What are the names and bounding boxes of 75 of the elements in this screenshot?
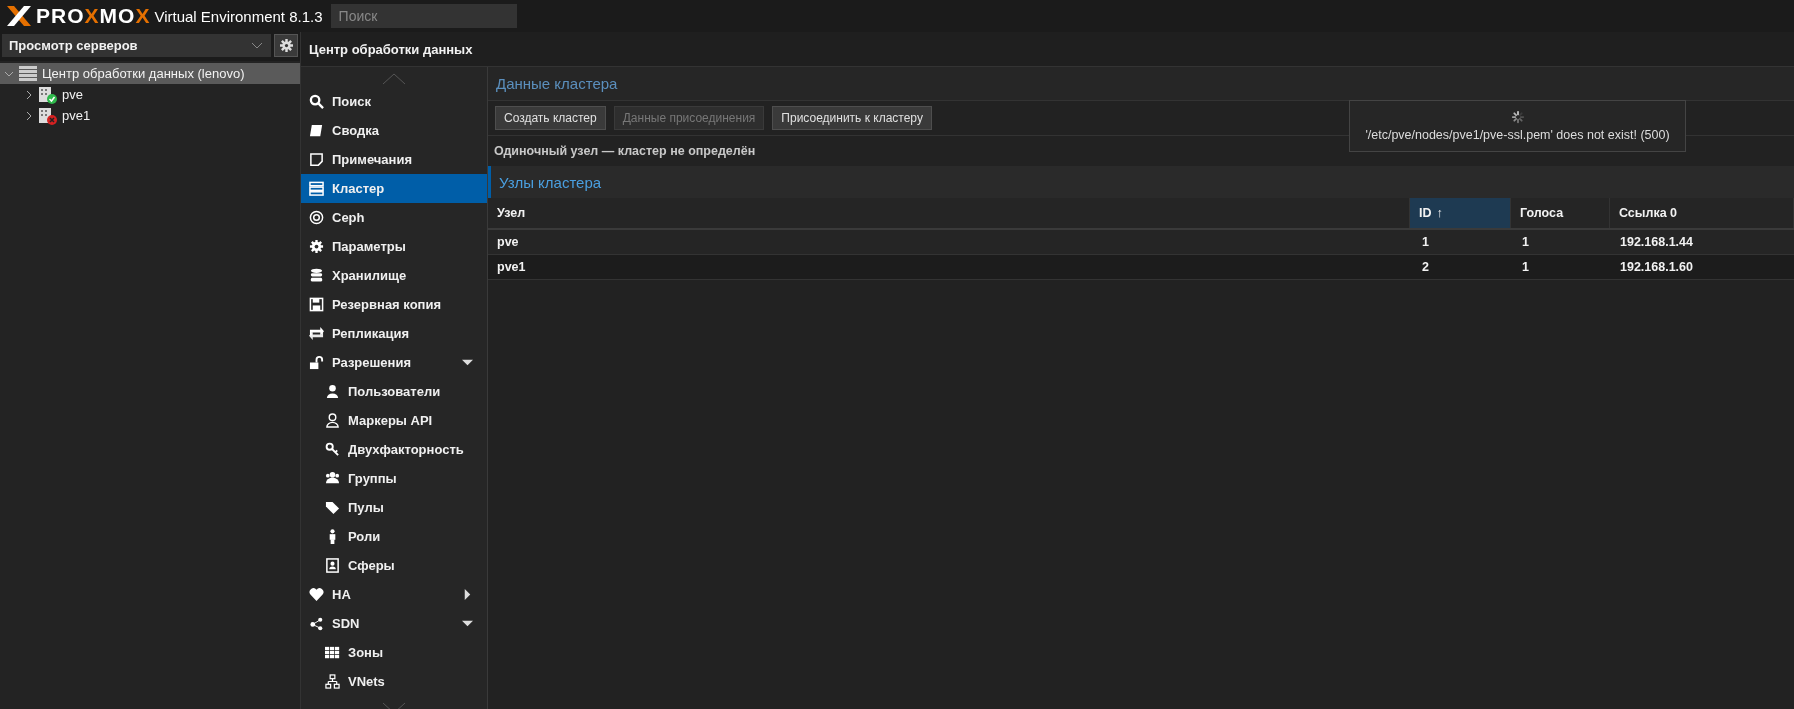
search-field[interactable]: Поиск [330, 4, 517, 28]
table-cell-text: pve [496, 234, 520, 251]
nav-item[interactable]: Маркеры API [301, 406, 487, 435]
tree-item[interactable]: pve1 [0, 105, 300, 126]
nav-item[interactable]: Кластер [301, 174, 487, 203]
expander-caret-icon[interactable] [24, 110, 34, 121]
collapse-triangle-icon[interactable] [462, 618, 473, 629]
nav-item[interactable]: Сферы [301, 551, 487, 580]
nav-item[interactable]: Хранилище [301, 261, 487, 290]
content-title: Центр обработки данных [301, 32, 1794, 67]
table-cell-text: 192.168.1.44 [1619, 234, 1694, 251]
server-rack-icon [18, 65, 38, 82]
nav-item[interactable]: Ceph [301, 203, 487, 232]
server-stack-icon [309, 181, 324, 196]
toast-message: '/etc/pve/nodes/pve1/pve-ssl.pem' does not exist! (500) [1365, 128, 1670, 142]
gear-icon [309, 239, 324, 254]
nav-item[interactable]: SDN [301, 609, 487, 638]
network-nodes-icon [309, 616, 324, 631]
dropdown-caret-icon [251, 41, 263, 50]
logo-icon [6, 5, 32, 27]
grid-icon [325, 645, 340, 660]
book-icon [309, 123, 324, 138]
table-cell-text: 1 [1521, 259, 1530, 276]
gear-icon [279, 39, 293, 52]
tag-icon [325, 500, 340, 515]
panel-title: Узлы кластера [488, 166, 1794, 198]
user-outline-icon [325, 413, 340, 428]
search-icon [309, 94, 324, 109]
id-card-icon [325, 558, 340, 573]
tree-item[interactable]: Центр обработки данных (lenovo) [0, 63, 300, 84]
nav-item[interactable]: Разрешения [301, 348, 487, 377]
column-header[interactable]: Голоса [1511, 198, 1610, 228]
settings-button[interactable] [274, 34, 298, 57]
heartbeat-icon [309, 587, 324, 602]
toolbar-button[interactable]: Создать кластер [495, 106, 606, 130]
expander-caret-icon[interactable] [24, 89, 34, 100]
nav-item[interactable]: Примечания [301, 145, 487, 174]
spinner-icon [1510, 110, 1525, 124]
product-version: Virtual Environment 8.1.3 [154, 7, 323, 25]
collapse-triangle-icon[interactable] [462, 357, 473, 368]
nav-item[interactable]: Поиск [301, 87, 487, 116]
nav-item[interactable]: Сводка [301, 116, 487, 145]
swap-arrows-icon [309, 326, 324, 341]
nav-item[interactable]: Резервная копия [301, 290, 487, 319]
view-dropdown[interactable]: Просмотр серверов [2, 34, 271, 57]
tree-item[interactable]: pve [0, 84, 300, 105]
note-icon [309, 152, 324, 167]
table-cell-text: 2 [1421, 259, 1430, 276]
toolbar-button[interactable]: Присоединить к кластеру [772, 106, 932, 130]
nav-item[interactable]: Роли [301, 522, 487, 551]
users-icon [325, 471, 340, 486]
logo-wordmark: PROXMOX [36, 4, 151, 28]
unlock-icon [309, 355, 324, 370]
column-header[interactable]: Ссылка 0 [1610, 198, 1794, 228]
database-icon [309, 268, 324, 283]
table-cell-text: 1 [1521, 234, 1530, 251]
nav-item[interactable]: VNets [301, 667, 487, 696]
expand-triangle-icon[interactable] [462, 589, 473, 600]
table-cell-text: 192.168.1.60 [1619, 259, 1694, 276]
nav-item[interactable]: Двухфакторность [301, 435, 487, 464]
ceph-rings-icon [309, 210, 324, 225]
nav-item[interactable]: HA [301, 580, 487, 609]
panel-title: Данные кластера [488, 67, 1794, 101]
column-header[interactable]: ID ↑ [1410, 198, 1511, 228]
nav-item[interactable]: Репликация [301, 319, 487, 348]
nav-item[interactable]: Пользователи [301, 377, 487, 406]
nav-item[interactable]: Зоны [301, 638, 487, 667]
nav-item[interactable]: Пулы [301, 493, 487, 522]
user-icon [325, 384, 340, 399]
table-cell-text: pve1 [496, 259, 527, 276]
network-icon [325, 674, 340, 689]
nav-item[interactable]: Группы [301, 464, 487, 493]
table-cell-text: 1 [1421, 234, 1430, 251]
nav-item[interactable]: Параметры [301, 232, 487, 261]
key-icon [325, 442, 340, 457]
